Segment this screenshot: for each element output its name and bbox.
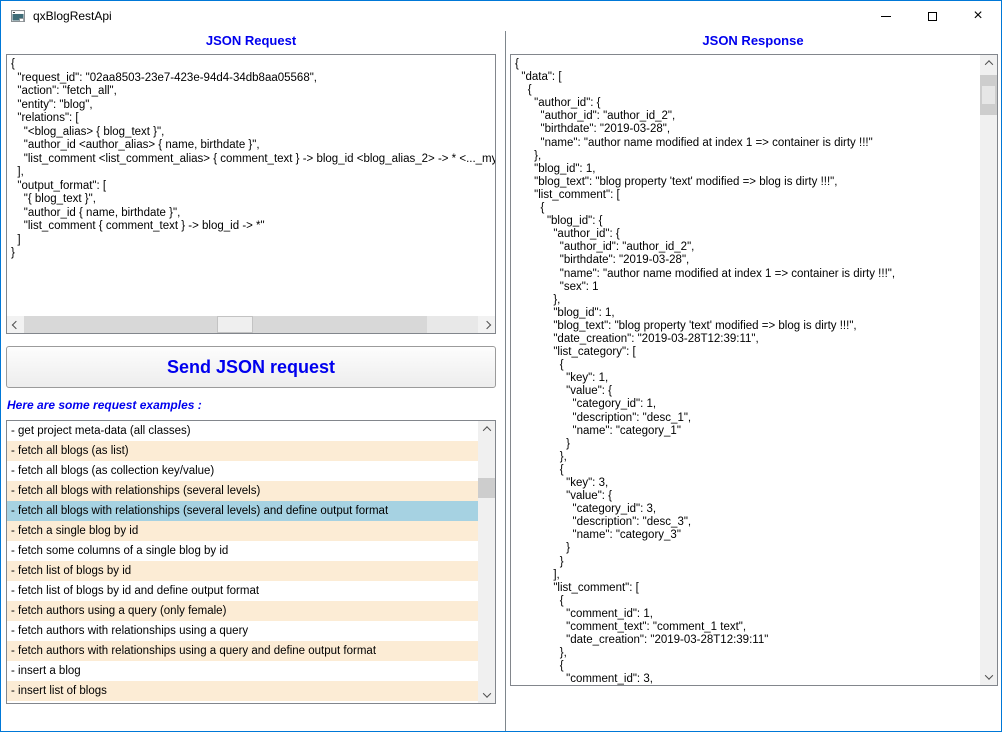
minimize-icon (881, 16, 891, 17)
app-icon (10, 8, 26, 24)
json-response-text[interactable]: { "data": [ { "author_id": { "author_id"… (511, 55, 978, 686)
scroll-up-arrow[interactable] (478, 421, 495, 437)
example-item[interactable]: - fetch all blogs (as collection key/val… (7, 461, 478, 481)
example-item[interactable]: - fetch list of blogs by id (7, 561, 478, 581)
send-json-request-button[interactable]: Send JSON request (6, 346, 496, 388)
example-item[interactable]: - fetch all blogs (as list) (7, 441, 478, 461)
examples-rows: - get project meta-data (all classes) - … (7, 421, 478, 701)
scroll-down-arrow[interactable] (478, 687, 495, 703)
scroll-thumb-detail (982, 86, 995, 104)
chevron-up-icon (482, 426, 490, 434)
close-icon: × (973, 8, 982, 24)
app-window: qxBlogRestApi × JSON Request JSON Respon… (0, 0, 1002, 732)
example-item[interactable]: - get project meta-data (all classes) (7, 421, 478, 441)
example-item-selected[interactable]: - fetch all blogs with relationships (se… (7, 501, 478, 521)
request-examples-list[interactable]: - get project meta-data (all classes) - … (6, 420, 496, 704)
request-horizontal-scrollbar[interactable] (7, 316, 495, 333)
example-item[interactable]: - fetch list of blogs by id and define o… (7, 581, 478, 601)
chevron-right-icon (482, 320, 490, 328)
json-response-viewer[interactable]: { "data": [ { "author_id": { "author_id"… (510, 54, 998, 686)
example-item[interactable]: - fetch authors with relationships using… (7, 641, 478, 661)
scroll-right-arrow[interactable] (478, 316, 495, 333)
scroll-down-arrow[interactable] (980, 669, 997, 685)
json-request-editor[interactable]: { "request_id": "02aa8503-23e7-423e-94d4… (6, 54, 496, 334)
chevron-down-icon (984, 671, 992, 679)
response-vertical-scrollbar[interactable] (980, 55, 997, 685)
chevron-up-icon (984, 60, 992, 68)
vertical-scroll-thumb[interactable] (980, 75, 997, 115)
vertical-scroll-thumb[interactable] (478, 478, 495, 498)
examples-vertical-scrollbar[interactable] (478, 421, 495, 703)
maximize-button[interactable] (909, 1, 955, 31)
example-item[interactable]: - fetch authors with relationships using… (7, 621, 478, 641)
json-request-text[interactable]: { "request_id": "02aa8503-23e7-423e-94d4… (7, 55, 495, 261)
window-title: qxBlogRestApi (33, 9, 112, 23)
scroll-up-arrow[interactable] (980, 55, 997, 71)
maximize-icon (928, 12, 937, 21)
example-item[interactable]: - insert list of blogs (7, 681, 478, 701)
chevron-left-icon (11, 320, 19, 328)
scroll-left-arrow[interactable] (7, 316, 24, 333)
titlebar[interactable]: qxBlogRestApi × (1, 1, 1001, 31)
examples-label: Here are some request examples : (7, 398, 202, 412)
example-item[interactable]: - insert a blog (7, 661, 478, 681)
example-item[interactable]: - fetch some columns of a single blog by… (7, 541, 478, 561)
example-item[interactable]: - fetch authors using a query (only fema… (7, 601, 478, 621)
close-button[interactable]: × (955, 1, 1001, 31)
json-request-header: JSON Request (6, 33, 496, 48)
chevron-down-icon (482, 689, 490, 697)
scrollbar-track-segment[interactable] (427, 316, 478, 333)
json-response-header: JSON Response (509, 33, 997, 48)
example-item[interactable]: - fetch a single blog by id (7, 521, 478, 541)
horizontal-scroll-thumb[interactable] (217, 316, 253, 333)
example-item[interactable]: - fetch all blogs with relationships (se… (7, 481, 478, 501)
minimize-button[interactable] (863, 1, 909, 31)
panel-divider (505, 31, 506, 732)
